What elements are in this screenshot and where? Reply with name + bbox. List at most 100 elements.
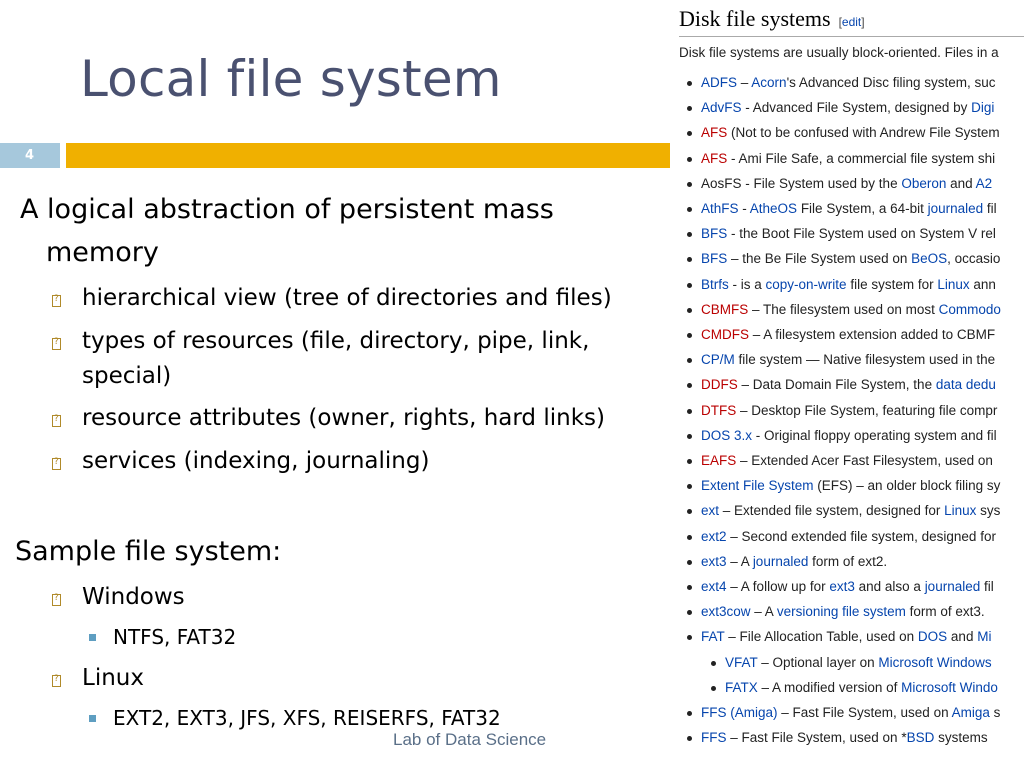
- wiki-link[interactable]: AtheOS: [750, 201, 797, 216]
- wiki-link[interactable]: ext3: [829, 579, 855, 594]
- wiki-link[interactable]: Digi: [971, 100, 994, 115]
- wiki-link[interactable]: ADFS: [701, 75, 737, 90]
- wiki-link[interactable]: AFS: [701, 125, 727, 140]
- bullet-icon: [52, 294, 61, 307]
- wiki-link[interactable]: CBMFS: [701, 302, 748, 317]
- wiki-text: fil: [980, 579, 994, 594]
- wiki-link[interactable]: DOS: [918, 629, 947, 644]
- wiki-list-item: ext3 – A journaled form of ext2.: [687, 552, 888, 572]
- wiki-link[interactable]: EAFS: [701, 453, 736, 468]
- wiki-link[interactable]: Linux: [937, 277, 969, 292]
- wiki-list-item: VFAT – Optional layer on Microsoft Windo…: [711, 653, 992, 673]
- wiki-list-item: FFS (Amiga) – Fast File System, used on …: [687, 703, 1000, 723]
- bullet-dot-icon: [687, 585, 692, 590]
- slide-number: 4: [0, 143, 60, 168]
- bullet-dot-icon: [687, 459, 692, 464]
- wiki-text: file system for: [846, 276, 938, 292]
- wiki-edit-link[interactable]: [edit]: [839, 15, 865, 29]
- wiki-link[interactable]: journaled: [753, 554, 809, 569]
- wiki-intro: Disk file systems are usually block-orie…: [679, 45, 999, 60]
- wiki-text: (Not to be confused with Andrew File Sys…: [727, 125, 1000, 141]
- wiki-link[interactable]: Extent File System: [701, 478, 814, 493]
- wiki-text: and also a: [854, 579, 925, 594]
- wiki-link[interactable]: DDFS: [701, 377, 738, 392]
- wiki-text: - Original floppy operating system and f…: [752, 427, 997, 443]
- wiki-list-item: BFS - the Boot File System used on Syste…: [687, 224, 996, 244]
- wiki-text: – the Be File System used on: [727, 251, 912, 267]
- bullet-dot-icon: [687, 635, 692, 641]
- wiki-text: - is a: [728, 276, 766, 292]
- wiki-link[interactable]: data dedu: [936, 377, 996, 392]
- wiki-link[interactable]: Btrfs: [701, 277, 729, 292]
- wiki-link[interactable]: DTFS: [701, 403, 736, 418]
- wiki-link[interactable]: Mi: [977, 629, 991, 644]
- bullet-dot-icon: [687, 610, 692, 616]
- bullet-dot-icon: [687, 156, 692, 162]
- wiki-list-item: AosFS - File System used by the Oberon a…: [687, 174, 993, 194]
- wiki-text: File System, a 64-bit: [797, 201, 928, 216]
- windows-label: Windows: [82, 584, 185, 610]
- wiki-link[interactable]: journaled: [925, 579, 981, 594]
- wiki-link[interactable]: BSD: [907, 730, 935, 745]
- wiki-link[interactable]: CMDFS: [701, 327, 749, 342]
- wiki-text: – Optional layer on: [757, 654, 879, 670]
- wiki-link[interactable]: FFS (Amiga): [701, 705, 778, 720]
- wiki-text: AosFS - File System used by the: [701, 175, 902, 191]
- wiki-text: – Fast File System, used on: [777, 705, 952, 720]
- wiki-link[interactable]: ext2: [701, 529, 727, 544]
- wiki-text: , occasio: [947, 251, 1001, 267]
- bullet-dot-icon: [711, 660, 716, 666]
- wiki-link[interactable]: versioning file system: [777, 604, 906, 619]
- sample-heading: Sample file system:: [15, 536, 282, 567]
- wiki-link[interactable]: ext: [701, 503, 719, 518]
- wiki-link[interactable]: A2: [976, 176, 993, 191]
- bullet-dot-icon: [687, 534, 692, 540]
- bullet-dot-icon: [687, 257, 692, 263]
- wiki-link[interactable]: ext3cow: [701, 604, 751, 619]
- wiki-heading-text: Disk file systems: [679, 6, 831, 31]
- wiki-link[interactable]: FATX: [725, 680, 758, 695]
- wiki-text: – A filesystem extension added to CBMF: [749, 327, 996, 342]
- square-bullet-icon: [89, 634, 96, 641]
- wiki-text: and: [947, 629, 978, 645]
- wiki-link[interactable]: copy-on-write: [766, 277, 847, 292]
- wiki-link[interactable]: BeOS: [911, 251, 947, 266]
- wiki-link[interactable]: journaled: [928, 201, 984, 216]
- wiki-link[interactable]: Microsoft Windo: [901, 680, 998, 695]
- wiki-list-item: BFS – the Be File System used on BeOS, o…: [687, 249, 1001, 269]
- wiki-list-item: AFS (Not to be confused with Andrew File…: [687, 123, 1000, 143]
- bullet-dot-icon: [687, 81, 692, 86]
- bullet-types-of-resources: types of resources (file, directory, pip…: [82, 328, 590, 354]
- wiki-link[interactable]: Acorn: [751, 75, 786, 90]
- wiki-list-item: ext2 – Second extended file system, desi…: [687, 527, 996, 547]
- wiki-link[interactable]: AdvFS: [701, 100, 742, 115]
- wiki-link[interactable]: BFS: [701, 226, 727, 241]
- wiki-link[interactable]: DOS 3.x: [701, 428, 752, 443]
- wiki-link[interactable]: AFS: [701, 151, 727, 166]
- wiki-link[interactable]: FAT: [701, 629, 725, 644]
- wiki-link[interactable]: Commodo: [939, 302, 1001, 317]
- wiki-link[interactable]: FFS: [701, 730, 727, 745]
- wiki-link[interactable]: CP/M: [701, 352, 735, 367]
- bullet-types-of-resources-cont: special): [82, 363, 172, 389]
- wiki-list-item: AdvFS - Advanced File System, designed b…: [687, 98, 994, 118]
- wiki-link[interactable]: VFAT: [725, 655, 758, 670]
- wiki-link[interactable]: Oberon: [901, 176, 946, 191]
- wiki-link[interactable]: BFS: [701, 251, 727, 266]
- wiki-link[interactable]: ext4: [701, 579, 727, 594]
- wiki-link[interactable]: Amiga: [952, 705, 990, 720]
- wiki-text: form of ext2.: [808, 553, 888, 569]
- wiki-list-item: DTFS – Desktop File System, featuring fi…: [687, 401, 997, 421]
- wiki-list-item: ext – Extended file system, designed for…: [687, 501, 1000, 521]
- wiki-text: - Advanced File System, designed by: [741, 100, 972, 116]
- wiki-link[interactable]: AthFS: [701, 201, 739, 216]
- wiki-list-item: CP/M file system — Native filesystem use…: [687, 350, 995, 370]
- wiki-text: – A: [726, 553, 753, 569]
- intro-line-1: A logical abstraction of persistent mass: [20, 194, 554, 225]
- wiki-link[interactable]: ext3: [701, 554, 727, 569]
- wiki-link[interactable]: Microsoft Windows: [878, 655, 991, 670]
- wiki-text: ann: [969, 276, 996, 292]
- wiki-text: systems: [934, 730, 988, 746]
- wiki-text: – A: [750, 604, 777, 620]
- wiki-link[interactable]: Linux: [944, 503, 976, 518]
